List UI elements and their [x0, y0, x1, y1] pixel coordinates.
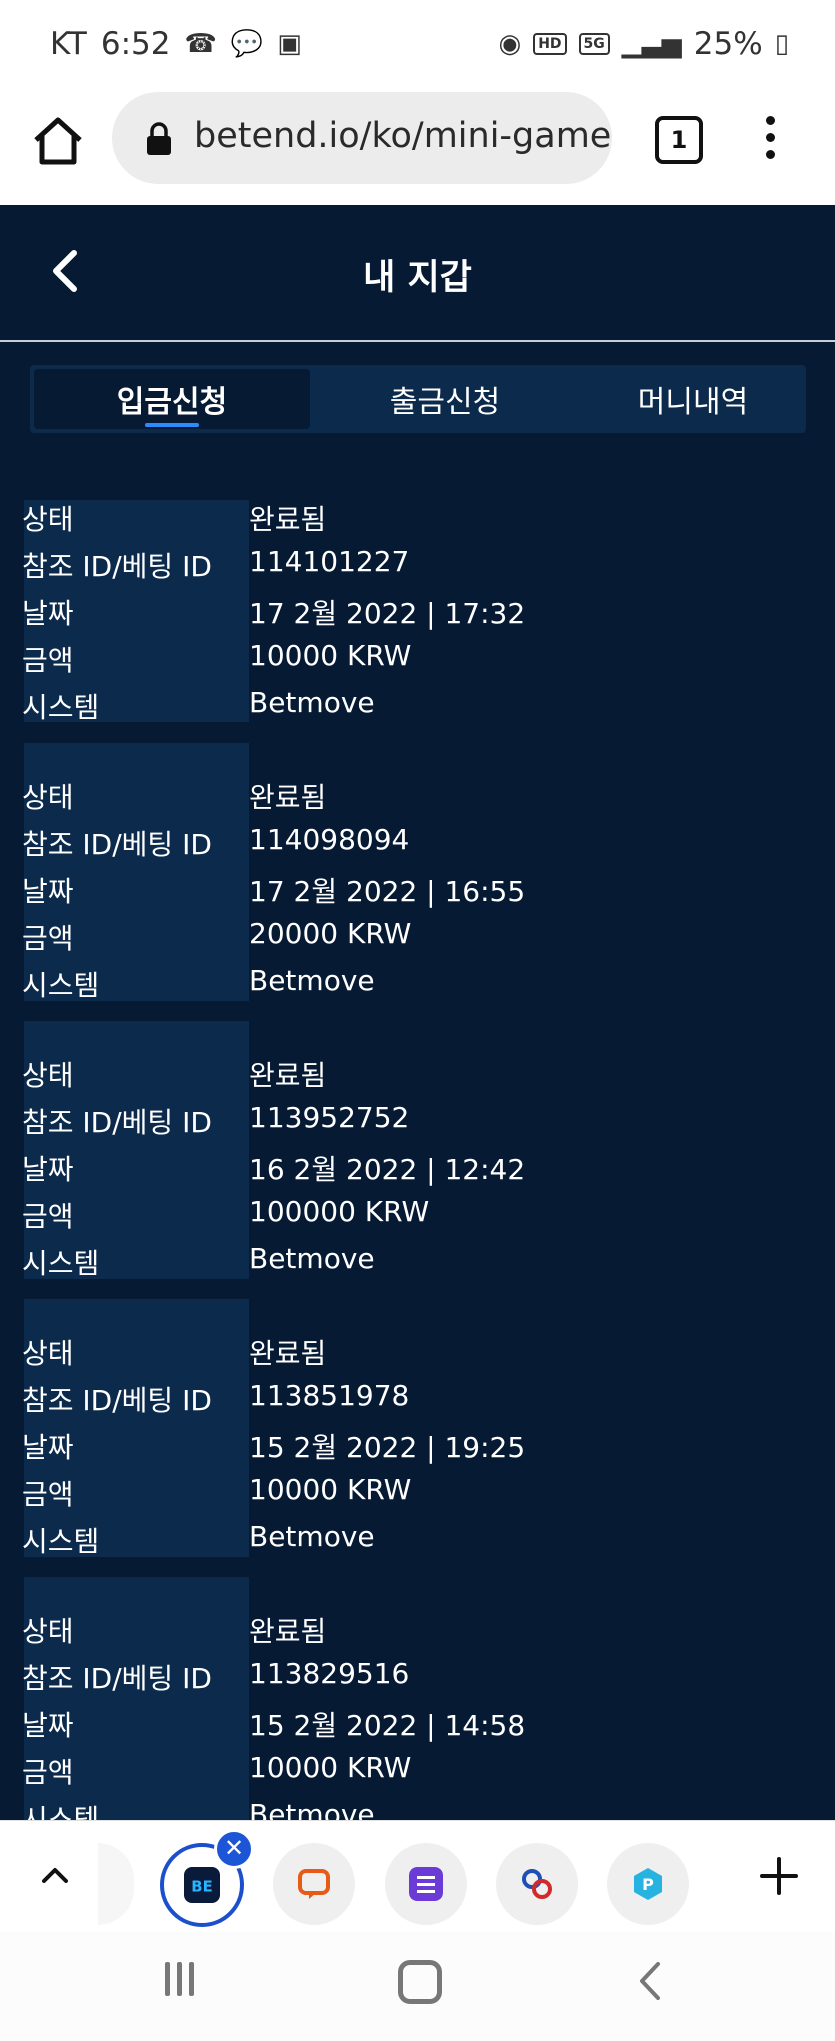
- tab-thumbnail-partial[interactable]: [98, 1843, 134, 1925]
- list-item-row: 금액 10000 KRW: [22, 639, 412, 677]
- browser-toolbar: betend.io/ko/mini-game 1: [0, 90, 835, 206]
- lock-icon: [147, 122, 171, 155]
- list-item-row: 상태 완료됨: [22, 781, 327, 814]
- svg-text:P: P: [642, 1875, 654, 1894]
- list-item-row: 날짜 15 2월 2022 | 14:58: [22, 1709, 526, 1742]
- battery-icon: ▯: [774, 29, 789, 59]
- wallet-tabs: 입금신청 출금신청 머니내역: [30, 365, 806, 433]
- location-icon: ◉: [498, 29, 522, 59]
- hd-icon: HD: [533, 33, 567, 55]
- list-item-row: 참조 ID/베팅 ID 113952752: [22, 1101, 410, 1139]
- list-item-row: 금액 20000 KRW: [22, 917, 412, 955]
- list-item-row: 금액 10000 KRW: [22, 1473, 412, 1511]
- volte-icon: ☎: [184, 29, 217, 59]
- system-navigation-bar: [0, 1932, 835, 2041]
- list-item-row: 금액 10000 KRW: [22, 1751, 412, 1789]
- chat-app-icon: [298, 1869, 330, 1899]
- close-tab-icon[interactable]: ✕: [214, 1829, 254, 1869]
- list-item-row: 날짜 16 2월 2022 | 12:42: [22, 1153, 526, 1186]
- tab-withdraw[interactable]: 출금신청: [315, 369, 575, 429]
- battery-level: 25%: [693, 26, 763, 62]
- p-app-icon: P: [634, 1868, 662, 1900]
- list-item-row: 시스템 Betmove: [22, 1242, 375, 1280]
- list-app-icon: [409, 1867, 443, 1901]
- tab-switcher-button[interactable]: 1: [655, 116, 703, 164]
- app-header: 내 지갑: [0, 205, 835, 342]
- list-item-row: 상태 완료됨: [22, 503, 327, 536]
- tab-thumbnail-chat[interactable]: [273, 1843, 355, 1925]
- list-item-row: 날짜 17 2월 2022 | 16:55: [22, 875, 526, 908]
- list-item-row: 상태 완료됨: [22, 1337, 327, 1370]
- address-bar[interactable]: betend.io/ko/mini-game: [112, 92, 612, 184]
- new-tab-plus-icon[interactable]: [754, 1851, 804, 1901]
- tab-label: 출금신청: [389, 385, 501, 420]
- tab-money-history[interactable]: 머니내역: [580, 369, 806, 429]
- list-item-row: 금액 100000 KRW: [22, 1195, 430, 1233]
- tab-deposit[interactable]: 입금신청: [34, 369, 310, 429]
- list-item-row: 시스템 Betmove: [22, 1520, 375, 1558]
- browser-menu-icon[interactable]: [756, 116, 784, 166]
- chevron-up-icon[interactable]: [38, 1859, 72, 1893]
- list-item-row: 시스템 Betmove: [22, 686, 375, 724]
- list-item-row: 날짜 15 2월 2022 | 19:25: [22, 1431, 526, 1464]
- network-5g-icon: 5G: [578, 33, 610, 55]
- clock: 6:52: [100, 26, 171, 62]
- recent-apps-icon[interactable]: [165, 1962, 201, 1996]
- screenshot-icon: ▣: [277, 29, 302, 59]
- list-item-row: 날짜 17 2월 2022 | 17:32: [22, 597, 526, 630]
- list-item-row: 참조 ID/베팅 ID 113829516: [22, 1657, 410, 1695]
- home-icon[interactable]: [30, 112, 86, 168]
- tab-thumbnail-list[interactable]: [385, 1843, 467, 1925]
- message-icon: 💬: [230, 29, 264, 59]
- list-item-row: 참조 ID/베팅 ID 114098094: [22, 823, 410, 861]
- page-title: 내 지갑: [363, 258, 472, 298]
- active-tab-indicator: [145, 423, 199, 427]
- url-text: betend.io/ko/mini-game: [194, 116, 612, 156]
- list-item-row: 상태 완료됨: [22, 1615, 327, 1648]
- list-item-row: 상태 완료됨: [22, 1059, 327, 1092]
- list-item-row: 참조 ID/베팅 ID 114101227: [22, 545, 410, 583]
- logo-app-icon: [522, 1869, 552, 1899]
- carrier-label: KT: [50, 26, 87, 62]
- list-item-row: 시스템 Betmove: [22, 1798, 375, 1820]
- list-item-row: 시스템 Betmove: [22, 964, 375, 1002]
- svg-text:BE: BE: [191, 1878, 212, 1895]
- list-item-row: 참조 ID/베팅 ID 113851978: [22, 1379, 410, 1417]
- signal-icon: ▁▃▅: [621, 29, 682, 59]
- betend-app-icon: BE: [184, 1867, 220, 1903]
- tab-label: 입금신청: [116, 385, 228, 420]
- tab-count: 1: [670, 126, 688, 154]
- status-bar: KT 6:52 ☎ 💬 ▣ ◉ HD 5G ▁▃▅ 25% ▯: [0, 0, 835, 90]
- tab-thumbnail-logo[interactable]: [496, 1843, 578, 1925]
- tab-thumbnail-p[interactable]: P: [607, 1843, 689, 1925]
- back-nav-icon[interactable]: [636, 1960, 664, 2002]
- home-nav-icon[interactable]: [398, 1960, 442, 2004]
- transaction-list[interactable]: 상태 완료됨 참조 ID/베팅 ID 114101227 날짜 17 2월 20…: [0, 500, 835, 1820]
- tab-label: 머니내역: [637, 385, 749, 420]
- browser-tab-strip: BE ✕ P: [0, 1820, 835, 1933]
